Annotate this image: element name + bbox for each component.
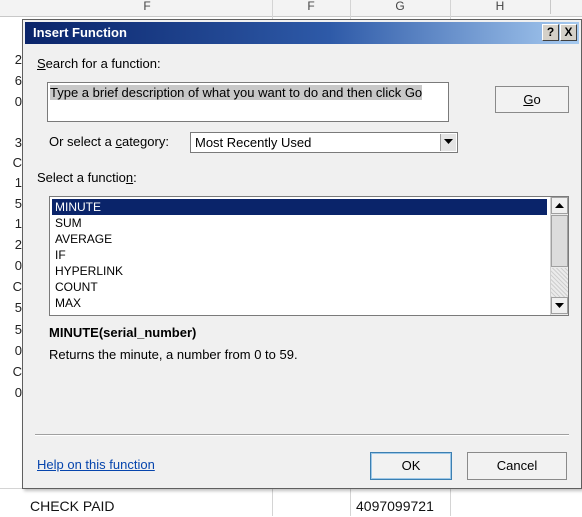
column-header[interactable]: G (350, 0, 451, 14)
cell-fragment[interactable]: 1 (0, 175, 22, 190)
cell-fragment[interactable]: 5 (0, 196, 22, 211)
list-item[interactable]: AVERAGE (52, 231, 547, 247)
function-signature: MINUTE(serial_number) (49, 325, 197, 340)
list-item[interactable]: HYPERLINK (52, 263, 547, 279)
dialog-titlebar[interactable]: Insert Function ? X (25, 22, 579, 44)
column-header-row: F F G H (0, 0, 582, 17)
column-header[interactable]: F (272, 0, 351, 14)
list-item[interactable]: MINUTE (52, 199, 547, 215)
list-scrollbar[interactable] (550, 197, 568, 315)
go-button[interactable]: Go (495, 86, 569, 113)
category-select[interactable]: Most Recently Used (190, 132, 458, 153)
cell-fragment[interactable]: 2 (0, 52, 22, 67)
cell-check-paid[interactable]: CHECK PAID (30, 498, 115, 514)
search-input-text: Type a brief description of what you wan… (50, 85, 423, 100)
cell-fragment[interactable]: 0 (0, 385, 22, 400)
close-icon[interactable]: X (560, 24, 577, 41)
cancel-button[interactable]: Cancel (467, 452, 567, 480)
cell-account-number[interactable]: 4097099721 (356, 498, 434, 514)
search-label: Search for a function: (37, 56, 161, 71)
help-link[interactable]: Help on this function (37, 457, 155, 472)
cell-fragment[interactable]: 5 (0, 322, 22, 337)
cell-fragment[interactable]: 5 (0, 300, 22, 315)
cell-fragment[interactable]: 2 (0, 237, 22, 252)
cell-fragment[interactable]: 0 (0, 258, 22, 273)
help-icon[interactable]: ? (542, 24, 559, 41)
scrollbar-track[interactable] (551, 268, 568, 297)
ok-button[interactable]: OK (370, 452, 452, 480)
column-header[interactable]: F (22, 0, 273, 14)
list-item[interactable]: COUNT (52, 279, 547, 295)
list-item[interactable]: MAX (52, 295, 547, 311)
cell-fragment[interactable]: 0 (0, 343, 22, 358)
list-item[interactable]: IF (52, 247, 547, 263)
category-label: Or select a category: (49, 134, 169, 149)
dialog-title: Insert Function (33, 25, 127, 40)
function-description: Returns the minute, a number from 0 to 5… (49, 347, 298, 362)
cell-fragment[interactable]: 6 (0, 73, 22, 88)
function-list-label: Select a function: (37, 170, 137, 185)
function-listbox[interactable]: MINUTE SUM AVERAGE IF HYPERLINK COUNT MA… (49, 196, 569, 316)
scroll-up-icon[interactable] (551, 197, 568, 214)
list-item[interactable]: SUM (52, 215, 547, 231)
category-value: Most Recently Used (195, 135, 312, 150)
dropdown-arrow-icon[interactable] (440, 134, 456, 151)
insert-function-dialog: Insert Function ? X Search for a functio… (22, 19, 582, 489)
cell-fragment[interactable]: 3 (0, 135, 22, 150)
cell-fragment[interactable]: C (0, 279, 22, 294)
divider (35, 434, 569, 436)
scroll-down-icon[interactable] (551, 297, 568, 314)
column-header[interactable]: H (450, 0, 551, 14)
cell-fragment[interactable]: 0 (0, 94, 22, 109)
cell-fragment[interactable]: 1 (0, 216, 22, 231)
spreadsheet-row: CHECK PAID 4097099721 (0, 488, 582, 517)
search-input[interactable]: Type a brief description of what you wan… (47, 82, 449, 122)
cell-fragment[interactable]: C (0, 364, 22, 379)
scrollbar-thumb[interactable] (551, 215, 568, 267)
cell-fragment[interactable]: C (0, 155, 22, 170)
